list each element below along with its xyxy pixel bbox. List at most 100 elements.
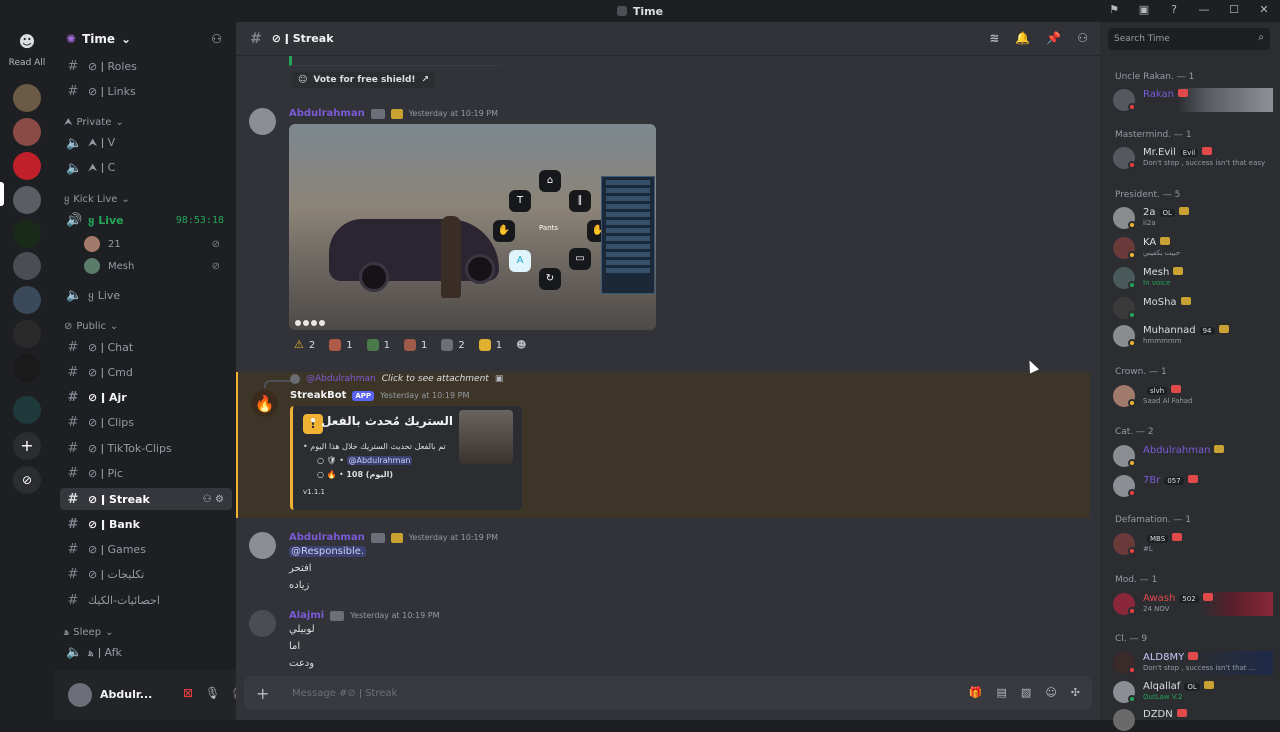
- microphone-icon[interactable]: 🎙: [205, 686, 220, 700]
- channel-taklijat[interactable]: # ⊘ ǀ تكليجات: [60, 563, 232, 585]
- channel-settings-icon[interactable]: ⚇ ⚙: [203, 494, 224, 505]
- category-public[interactable]: ⊘ Public ⌄: [64, 321, 118, 332]
- member-list-icon[interactable]: ⚇: [1077, 31, 1088, 45]
- category-sleep[interactable]: ﻫ Sleep ⌄: [64, 627, 113, 638]
- member-item[interactable]: 2a OL ii2a: [1113, 206, 1273, 230]
- avatar[interactable]: [249, 108, 276, 135]
- gift-icon[interactable]: 🎁: [969, 686, 983, 699]
- voice-channel-live[interactable]: 🔈 ყ Live: [60, 284, 232, 306]
- inbox-icon[interactable]: ▣: [1136, 3, 1152, 16]
- channel-kick-stats[interactable]: # احصائيات-الكيك: [60, 589, 232, 611]
- reaction[interactable]: 1: [324, 336, 357, 354]
- member-item[interactable]: Mr.Evil Evil Don't stop , success isn't th…: [1113, 146, 1273, 170]
- channel-tiktok-clips[interactable]: # ⊘ ǀ TikTok-Clips: [60, 437, 232, 459]
- channel-cmd[interactable]: # ⊘ ǀ Cmd: [60, 361, 232, 383]
- server-icon[interactable]: [13, 152, 41, 180]
- member-item[interactable]: MoSha: [1113, 296, 1273, 320]
- reaction[interactable]: 2: [436, 336, 469, 354]
- read-all-button[interactable]: Read All: [0, 58, 54, 68]
- server-icon-time[interactable]: [13, 186, 41, 214]
- server-icon[interactable]: [13, 286, 41, 314]
- voice-channel-c[interactable]: 🔈 ⮝ ǀ C: [60, 157, 232, 179]
- channel-ajr[interactable]: # ⊘ ǀ Ajr: [60, 386, 232, 408]
- channel-clips[interactable]: # ⊘ ǀ Clips: [60, 411, 232, 433]
- member-item[interactable]: Alqallaf OL OutLaw V.2: [1113, 680, 1273, 704]
- member-item[interactable]: 7Br 057: [1113, 474, 1273, 498]
- member-item[interactable]: DZDN: [1113, 708, 1273, 732]
- channel-roles[interactable]: # ⊘ ǀ Roles: [60, 55, 232, 77]
- add-member-icon[interactable]: ⚇: [211, 32, 222, 46]
- embed-tail: [289, 56, 503, 66]
- bot-avatar-fire-icon[interactable]: 🔥: [251, 390, 278, 417]
- server-icon[interactable]: [13, 84, 41, 112]
- avatar[interactable]: [249, 610, 276, 637]
- pin-icon[interactable]: 📌: [1046, 31, 1061, 45]
- channel-bank[interactable]: # ⊘ ǀ Bank: [60, 513, 232, 535]
- message-input[interactable]: [292, 687, 892, 699]
- server-icon[interactable]: [13, 354, 41, 382]
- server-icon[interactable]: [13, 320, 41, 348]
- member-item[interactable]: slvh Saad Al Fahad: [1113, 384, 1273, 408]
- category-private[interactable]: ⮝ Private ⌄: [64, 117, 124, 128]
- role-mention[interactable]: @Responsible.: [289, 546, 367, 557]
- gif-icon[interactable]: ▤: [997, 686, 1007, 699]
- avatar[interactable]: [249, 532, 276, 559]
- server-icon[interactable]: [13, 252, 41, 280]
- search-input[interactable]: [1114, 34, 1244, 44]
- member-item[interactable]: Awash 502 24 NOV: [1113, 592, 1273, 616]
- discord-home-icon[interactable]: ☻: [13, 28, 41, 56]
- add-reaction-button[interactable]: ☻: [511, 336, 531, 354]
- channel-chat[interactable]: # ⊘ ǀ Chat: [60, 336, 232, 358]
- add-server-icon[interactable]: +: [13, 432, 41, 460]
- sticker-icon[interactable]: ▧: [1021, 686, 1031, 699]
- threads-icon[interactable]: ≋: [989, 31, 999, 45]
- member-item[interactable]: Mesh In voice: [1113, 266, 1273, 290]
- reaction[interactable]: 1: [362, 336, 395, 354]
- reaction[interactable]: 1: [474, 336, 507, 354]
- image-attachment[interactable]: ⌂ T ∥ ✋ ✋ Pants A ▭ ↻: [289, 124, 656, 330]
- user-mention[interactable]: @Abdulrahman: [346, 456, 413, 465]
- voice-channel-live-active[interactable]: 🔊 ყ Live 98:53:18: [60, 209, 232, 231]
- member-item[interactable]: ALD8MY Don't stop , success isn't that ..…: [1113, 651, 1273, 675]
- apps-icon[interactable]: ✣: [1071, 686, 1080, 699]
- reaction[interactable]: 1: [399, 336, 432, 354]
- help-icon[interactable]: ?: [1166, 3, 1182, 16]
- inbox-flag-icon[interactable]: ⚑: [1106, 3, 1122, 16]
- bot-name[interactable]: StreakBot: [290, 390, 346, 401]
- voice-channel-v[interactable]: 🔈 ⮝ ǀ V: [60, 132, 232, 154]
- author-name[interactable]: Abdulrahman: [289, 108, 365, 119]
- close-icon[interactable]: ✕: [1256, 3, 1272, 16]
- search-box[interactable]: ⌕: [1108, 28, 1270, 50]
- emoji-icon[interactable]: ☺: [1045, 686, 1056, 699]
- reply-preview[interactable]: @Abdulrahman Click to see attachment ▣: [290, 374, 503, 384]
- add-attachment-icon[interactable]: +: [256, 684, 280, 703]
- voice-user[interactable]: Mesh ⊘: [84, 258, 224, 274]
- voice-user[interactable]: 21 ⊘: [84, 236, 224, 252]
- channel-links[interactable]: # ⊘ ǀ Links: [60, 80, 232, 102]
- vote-button[interactable]: ☺ Vote for free shield! ↗: [292, 72, 436, 88]
- member-item[interactable]: KA حبيت يكفيني: [1113, 236, 1273, 260]
- member-item[interactable]: Muhannad 94 hmmmmm: [1113, 324, 1273, 348]
- channel-streak[interactable]: # ⊘ ǀ Streak ⚇ ⚙: [60, 488, 232, 510]
- channel-pic[interactable]: # ⊘ ǀ Pic: [60, 462, 232, 484]
- member-item[interactable]: Rakan: [1113, 88, 1273, 112]
- member-item[interactable]: Abdulrahman: [1113, 444, 1273, 468]
- server-icon[interactable]: [13, 118, 41, 146]
- discover-icon[interactable]: ⊘: [13, 466, 41, 494]
- server-folder-icon[interactable]: [13, 396, 41, 424]
- embed-thumbnail[interactable]: [459, 410, 513, 464]
- channel-games[interactable]: # ⊘ ǀ Games: [60, 538, 232, 560]
- category-kick-live[interactable]: ყ Kick Live ⌄: [64, 194, 130, 205]
- member-item[interactable]: MBS #L: [1113, 532, 1273, 556]
- voice-channel-afk[interactable]: 🔈 ﻫ ǀ Afk: [60, 641, 232, 663]
- maximize-icon[interactable]: ☐: [1226, 3, 1242, 16]
- server-icon[interactable]: [13, 220, 41, 248]
- guild-header[interactable]: ✺ Time ⌄ ⚇: [54, 22, 236, 56]
- stream-off-icon[interactable]: ⊠: [183, 686, 193, 700]
- author-name[interactable]: Alajmi: [289, 610, 324, 621]
- minimize-icon[interactable]: —: [1196, 3, 1212, 16]
- author-name[interactable]: Abdulrahman: [289, 532, 365, 543]
- avatar[interactable]: [68, 683, 92, 707]
- notification-bell-icon[interactable]: 🔔: [1015, 31, 1030, 45]
- reaction[interactable]: ⚠ 2: [289, 336, 320, 354]
